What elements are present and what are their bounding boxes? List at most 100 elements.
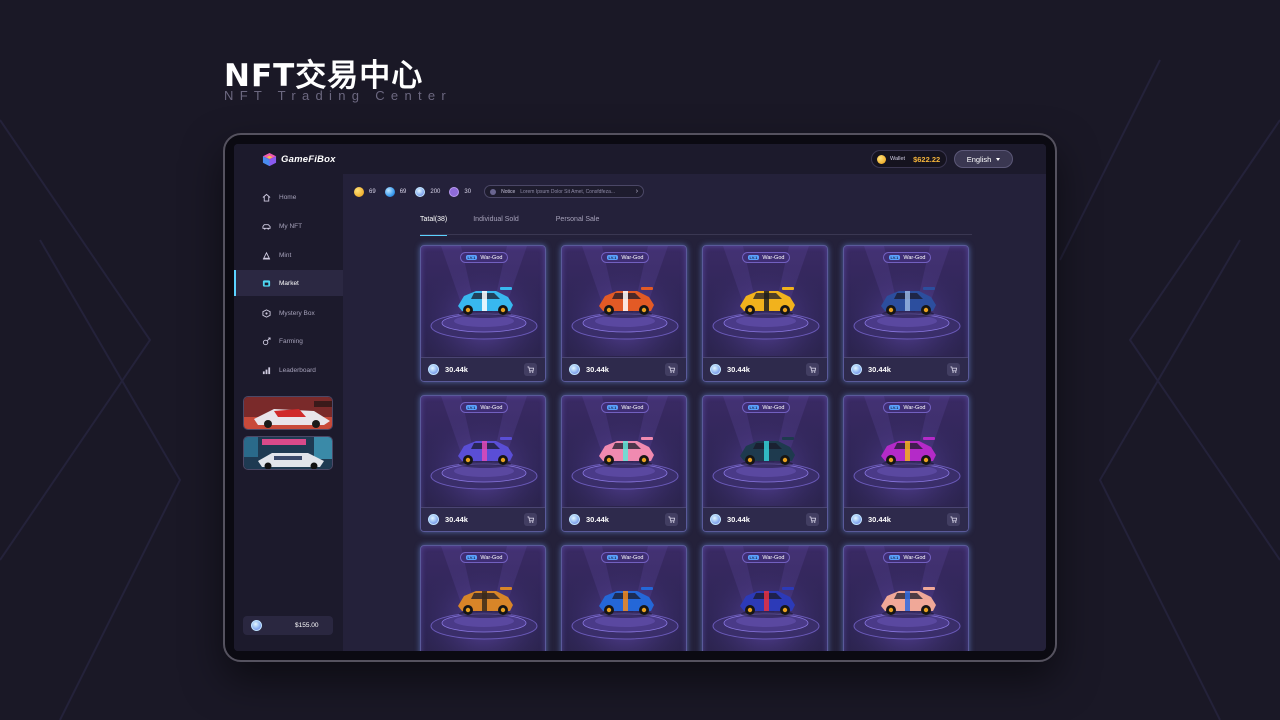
- sidebar-item-leaderboard[interactable]: Leaderboard: [234, 357, 343, 383]
- car-image: [599, 587, 654, 618]
- tablet-frame: GameFiBox Wallet $622.22 English Home My…: [223, 133, 1057, 662]
- wallet-button[interactable]: Wallet $622.22: [871, 150, 947, 168]
- card-footer: 30.44k: [703, 507, 827, 531]
- card-price: 30.44k: [586, 515, 609, 524]
- card-name: War-God: [762, 404, 785, 411]
- nft-card[interactable]: LV.1 War-God 30.44k: [420, 245, 546, 382]
- sidebar-item-label: Farming: [279, 337, 303, 345]
- gem-icon: [710, 514, 721, 525]
- card-name: War-God: [480, 554, 503, 561]
- car-image: [458, 587, 513, 618]
- market-icon: [262, 279, 271, 287]
- cart-icon: [668, 366, 675, 373]
- nft-card[interactable]: LV.1 War-God 30.44k: [420, 545, 546, 651]
- notice-text: Lorem Ipsum Dolor Sit Amet, Consfdfeza..…: [520, 188, 616, 195]
- level-badge: LV.1 War-God: [460, 252, 508, 263]
- nft-card[interactable]: LV.1 War-God 30.44k: [843, 545, 969, 651]
- card-price: 30.44k: [868, 365, 891, 374]
- logo-text: GameFiBox: [281, 154, 336, 165]
- home-icon: [262, 193, 271, 202]
- sidebar-item-label: Mystery Box: [279, 309, 315, 317]
- nft-card[interactable]: LV.1 War-God 30.44k: [843, 395, 969, 532]
- nft-card[interactable]: LV.1 War-God 30.44k: [561, 545, 687, 651]
- card-price: 30.44k: [445, 365, 468, 374]
- tab-bar: Tatal(38) Individual Sold Personal Sale: [420, 216, 972, 236]
- car-icon: [262, 223, 271, 230]
- cart-icon: [527, 366, 534, 373]
- promo-banner-city[interactable]: [243, 436, 333, 470]
- stat-gem: 200: [415, 186, 440, 197]
- card-name: War-God: [762, 554, 785, 561]
- gem-icon: [710, 364, 721, 375]
- megaphone-icon: [490, 188, 497, 195]
- page-subtitle: NFT Trading Center: [224, 88, 453, 103]
- wallet-label: Wallet: [890, 156, 906, 162]
- level-label: LV.1: [747, 255, 760, 260]
- level-label: LV.1: [606, 555, 619, 560]
- cart-icon: [809, 366, 816, 373]
- cart-button[interactable]: [947, 513, 960, 526]
- stat-gold: 69: [354, 186, 376, 197]
- nft-card[interactable]: LV.1 War-God 30.44k: [702, 395, 828, 532]
- logo-cube-icon: [262, 152, 277, 167]
- cart-button[interactable]: [947, 363, 960, 376]
- stat-value: 30: [464, 188, 472, 195]
- sidebar-item-home[interactable]: Home: [234, 184, 343, 210]
- level-badge: LV.1 War-God: [883, 552, 931, 563]
- app-screen: GameFiBox Wallet $622.22 English Home My…: [234, 144, 1046, 651]
- cart-button[interactable]: [524, 513, 537, 526]
- leaderboard-icon: [262, 366, 271, 374]
- sidebar-item-my-nft[interactable]: My NFT: [234, 213, 343, 239]
- promo-banner-racing[interactable]: [243, 396, 333, 430]
- cart-button[interactable]: [665, 513, 678, 526]
- level-badge: LV.1 War-God: [460, 552, 508, 563]
- nft-card[interactable]: LV.1 War-God 30.44k: [420, 395, 546, 532]
- stat-value: 69: [399, 188, 407, 195]
- stat-token: 30: [449, 186, 472, 197]
- gem-icon: [428, 514, 439, 525]
- nft-card[interactable]: LV.1 War-God 30.44k: [561, 245, 687, 382]
- sidebar-balance: $155.00: [243, 616, 333, 635]
- card-footer: 30.44k: [562, 507, 686, 531]
- cart-button[interactable]: [806, 363, 819, 376]
- sidebar-item-mint[interactable]: Mint: [234, 242, 343, 268]
- cart-button[interactable]: [524, 363, 537, 376]
- level-label: LV.1: [888, 405, 901, 410]
- nft-card[interactable]: LV.1 War-God 30.44k: [702, 545, 828, 651]
- car-image: [881, 437, 936, 468]
- gem-icon: [428, 364, 439, 375]
- level-badge: LV.1 War-God: [601, 252, 649, 263]
- card-footer: 30.44k: [844, 507, 968, 531]
- cart-button[interactable]: [665, 363, 678, 376]
- city-car-image: [244, 437, 332, 469]
- logo[interactable]: GameFiBox: [262, 152, 336, 167]
- sidebar-item-label: Market: [279, 279, 299, 287]
- car-image: [458, 287, 513, 318]
- tab-individual-sold[interactable]: Individual Sold: [473, 216, 519, 235]
- sidebar-item-farming[interactable]: Farming: [234, 328, 343, 354]
- car-image: [740, 437, 795, 468]
- card-price: 30.44k: [868, 515, 891, 524]
- card-name: War-God: [621, 404, 644, 411]
- tab-personal-sale[interactable]: Personal Sale: [556, 216, 600, 235]
- tab-total[interactable]: Tatal(38): [420, 216, 448, 236]
- nft-card[interactable]: LV.1 War-God 30.44k: [843, 245, 969, 382]
- level-badge: LV.1 War-God: [460, 402, 508, 413]
- language-select[interactable]: English: [954, 150, 1013, 168]
- notice-bar[interactable]: Notice Lorem Ipsum Dolor Sit Amet, Consf…: [484, 185, 645, 198]
- wallet-amount: $622.22: [913, 154, 941, 164]
- gold-coin-icon: [354, 186, 364, 197]
- cart-icon: [809, 516, 816, 523]
- sidebar-item-label: My NFT: [279, 222, 303, 230]
- sidebar-item-market[interactable]: Market: [234, 270, 343, 296]
- nft-card[interactable]: LV.1 War-God 30.44k: [702, 245, 828, 382]
- nft-card[interactable]: LV.1 War-God 30.44k: [561, 395, 687, 532]
- stat-orb: 69: [384, 186, 407, 197]
- sidebar: Home My NFT Mint Market Mystery Box Farm…: [234, 174, 343, 651]
- sidebar-item-mystery-box[interactable]: Mystery Box: [234, 300, 343, 326]
- card-name: War-God: [621, 554, 644, 561]
- balance-amount: $155.00: [295, 622, 319, 629]
- cart-button[interactable]: [806, 513, 819, 526]
- card-price: 30.44k: [727, 515, 750, 524]
- gem-icon: [251, 620, 262, 631]
